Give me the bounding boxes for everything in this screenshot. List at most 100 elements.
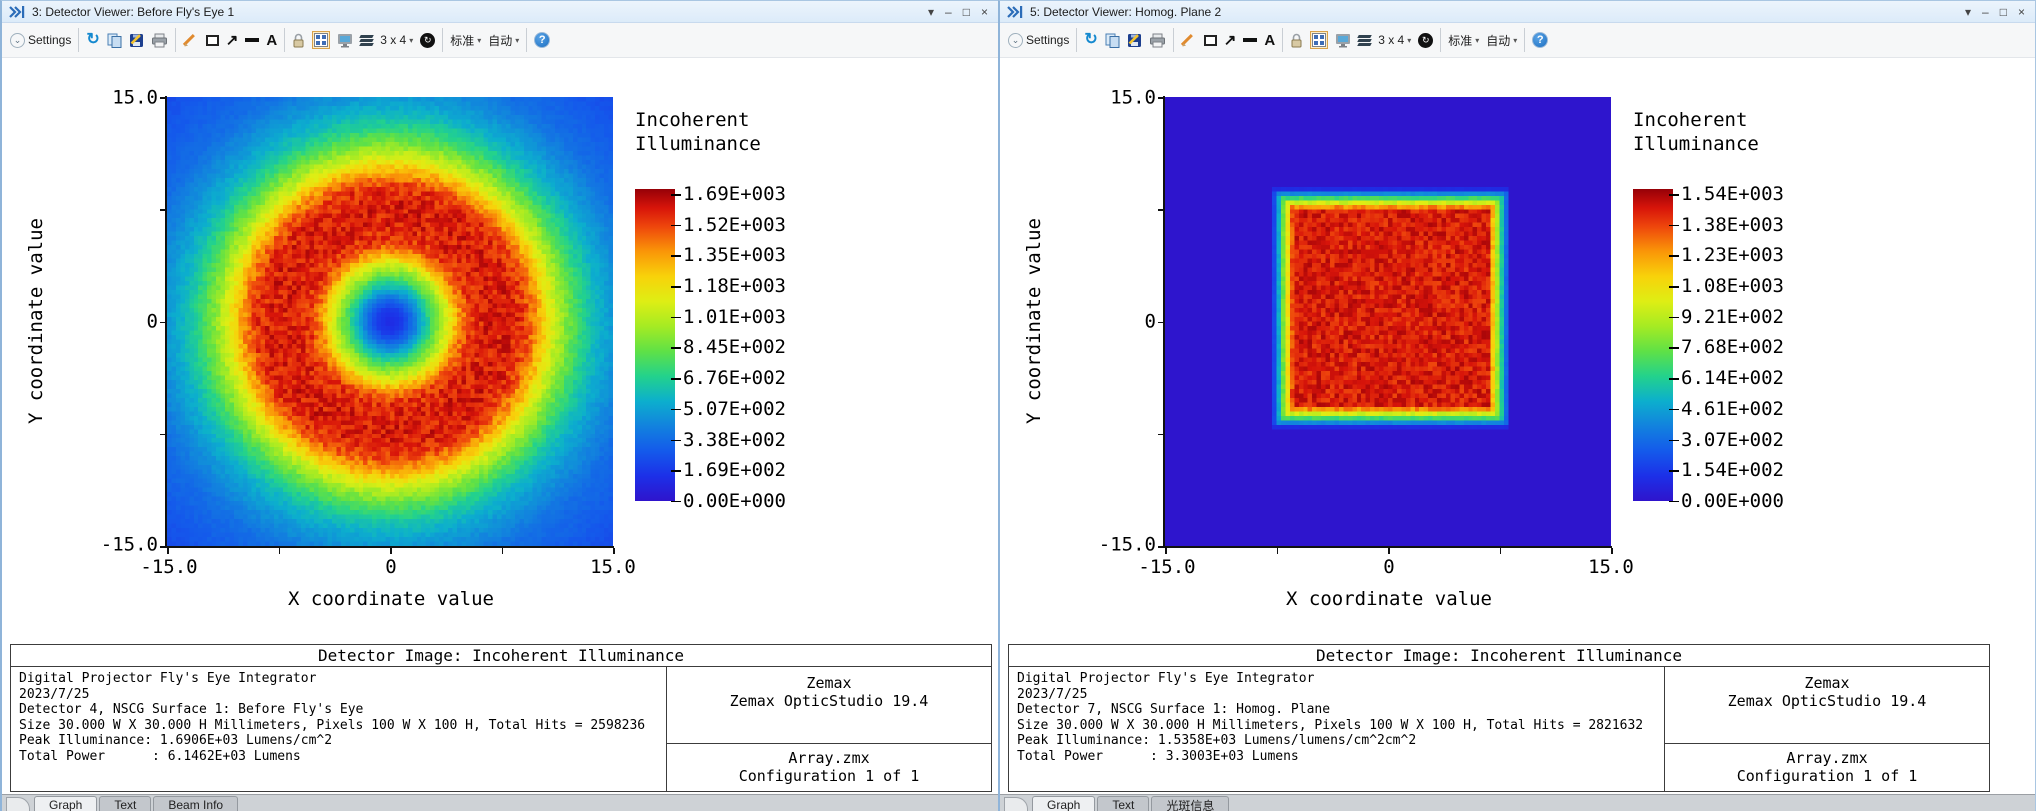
split-view-icon <box>1312 33 1326 47</box>
grid-layout-dropdown[interactable]: 3 x 4 ▾ <box>380 33 413 47</box>
axis-tick <box>502 548 504 554</box>
legend-value: 1.23E+003 <box>1681 245 1784 265</box>
refresh-button[interactable]: ↻ <box>1084 32 1097 48</box>
legend-value: 1.08E+003 <box>1681 276 1784 296</box>
auto-label: 自动 <box>488 32 512 49</box>
history-button[interactable]: ↻ <box>1418 33 1433 48</box>
rectangle-annotation-button[interactable] <box>1204 35 1217 46</box>
x-tick-mid: 0 <box>1383 556 1394 578</box>
lock-button[interactable] <box>1290 33 1303 48</box>
legend-value: 1.52E+003 <box>683 215 786 235</box>
legend-value: 6.14E+002 <box>1681 368 1784 388</box>
detector-viewer-window-2[interactable]: 5: Detector Viewer: Homog. Plane 2 ▾ – □… <box>998 0 2036 811</box>
info-header: Detector Image: Incoherent Illuminance <box>1008 644 1990 667</box>
text-annotation-button[interactable]: A <box>1264 33 1275 48</box>
auto-dropdown[interactable]: 自动 ▾ <box>488 32 519 49</box>
save-button[interactable] <box>129 33 144 48</box>
settings-button[interactable]: ⌄ Settings <box>10 33 71 48</box>
tab-beam-info[interactable]: Beam Info <box>153 796 238 811</box>
pencil-icon <box>183 32 199 48</box>
tab-text[interactable]: Text <box>99 796 151 811</box>
settings-chevron-icon: ⌄ <box>1008 33 1023 48</box>
copy-button[interactable] <box>1105 33 1120 48</box>
help-button[interactable]: ? <box>1532 32 1548 48</box>
help-button[interactable]: ? <box>534 32 550 48</box>
split-view-icon <box>314 33 328 47</box>
pencil-annotation-button[interactable] <box>1181 32 1197 48</box>
standard-dropdown[interactable]: 标准 ▾ <box>1448 32 1479 49</box>
detector-image <box>167 97 613 546</box>
axis-tick <box>167 548 169 554</box>
rectangle-annotation-button[interactable] <box>206 35 219 46</box>
grid-layout-label: 3 x 4 <box>380 33 406 47</box>
copy-button[interactable] <box>107 33 122 48</box>
tab-graph[interactable]: Graph <box>34 796 97 811</box>
refresh-button[interactable]: ↻ <box>86 32 99 48</box>
minimize-icon[interactable]: – <box>945 6 952 18</box>
detector-viewer-window-1[interactable]: 3: Detector Viewer: Before Fly's Eye 1 ▾… <box>0 0 998 811</box>
legend-values: 1.54E+0031.38E+0031.23E+0031.08E+0039.21… <box>1681 184 1784 511</box>
help-icon: ? <box>534 32 550 48</box>
window-titlebar[interactable]: 5: Detector Viewer: Homog. Plane 2 ▾ – □… <box>1000 1 2035 23</box>
arrow-annotation-button[interactable]: ↗ <box>1224 33 1237 48</box>
arrow-icon: ↗ <box>226 33 239 48</box>
window-menu-icon[interactable]: ▾ <box>1965 6 1971 18</box>
monitor-button[interactable] <box>337 33 353 48</box>
maximize-icon[interactable]: □ <box>963 6 970 18</box>
axis-tick <box>1388 548 1390 554</box>
help-icon: ? <box>1532 32 1548 48</box>
tab-graph[interactable]: Graph <box>1032 796 1095 811</box>
text-annotation-button[interactable]: A <box>266 33 277 48</box>
standard-label: 标准 <box>450 32 474 49</box>
y-tick-top: 15.0 <box>1058 87 1156 109</box>
legend-value: 9.21E+002 <box>1681 307 1784 327</box>
axis-tick <box>1158 209 1164 211</box>
settings-label: Settings <box>28 33 71 47</box>
pencil-annotation-button[interactable] <box>183 32 199 48</box>
settings-button[interactable]: ⌄ Settings <box>1008 33 1069 48</box>
window-titlebar[interactable]: 3: Detector Viewer: Before Fly's Eye 1 ▾… <box>2 1 998 23</box>
standard-dropdown[interactable]: 标准 ▾ <box>450 32 481 49</box>
minimize-icon[interactable]: – <box>1982 6 1989 18</box>
tab-光斑信息[interactable]: 光斑信息 <box>1151 796 1229 811</box>
monitor-button[interactable] <box>1335 33 1351 48</box>
y-tick-bottom: -15.0 <box>1058 534 1156 556</box>
line-annotation-button[interactable] <box>1243 38 1257 42</box>
tab-strip-nub[interactable] <box>6 797 30 811</box>
grid-layout-dropdown[interactable]: 3 x 4 ▾ <box>1378 33 1411 47</box>
arrow-annotation-button[interactable]: ↗ <box>226 33 239 48</box>
y-axis-title: Y coordinate value <box>25 218 47 424</box>
layers-button[interactable] <box>360 35 373 46</box>
lock-button[interactable] <box>292 33 305 48</box>
split-view-button[interactable] <box>1310 31 1328 49</box>
history-clock-icon: ↻ <box>1418 33 1433 48</box>
split-view-button[interactable] <box>312 31 330 49</box>
maximize-icon[interactable]: □ <box>2000 6 2007 18</box>
pencil-icon <box>1181 32 1197 48</box>
tab-text[interactable]: Text <box>1097 796 1149 811</box>
axis-tick <box>160 322 166 324</box>
layers-button[interactable] <box>1358 35 1371 46</box>
print-button[interactable] <box>151 33 168 48</box>
toolbar-separator <box>442 28 443 52</box>
legend-value: 1.01E+003 <box>683 307 786 327</box>
arrow-icon: ↗ <box>1224 33 1237 48</box>
legend-value: 1.54E+003 <box>1681 184 1784 204</box>
detector-info-text: Digital Projector Fly's Eye Integrator 2… <box>11 667 667 791</box>
save-button[interactable] <box>1127 33 1142 48</box>
rectangle-icon <box>206 35 219 46</box>
legend-value: 4.61E+002 <box>1681 399 1784 419</box>
line-annotation-button[interactable] <box>245 38 259 42</box>
print-button[interactable] <box>1149 33 1166 48</box>
close-icon[interactable]: × <box>2018 6 2025 18</box>
window-menu-icon[interactable]: ▾ <box>928 6 934 18</box>
axis-tick <box>279 548 281 554</box>
toolbar-separator <box>284 28 285 52</box>
close-icon[interactable]: × <box>981 6 988 18</box>
settings-label: Settings <box>1026 33 1069 47</box>
legend-value: 1.35E+003 <box>683 245 786 265</box>
tab-strip: GraphTextBeam Info <box>2 794 998 811</box>
tab-strip-nub[interactable] <box>1004 797 1028 811</box>
auto-dropdown[interactable]: 自动 ▾ <box>1486 32 1517 49</box>
history-button[interactable]: ↻ <box>420 33 435 48</box>
